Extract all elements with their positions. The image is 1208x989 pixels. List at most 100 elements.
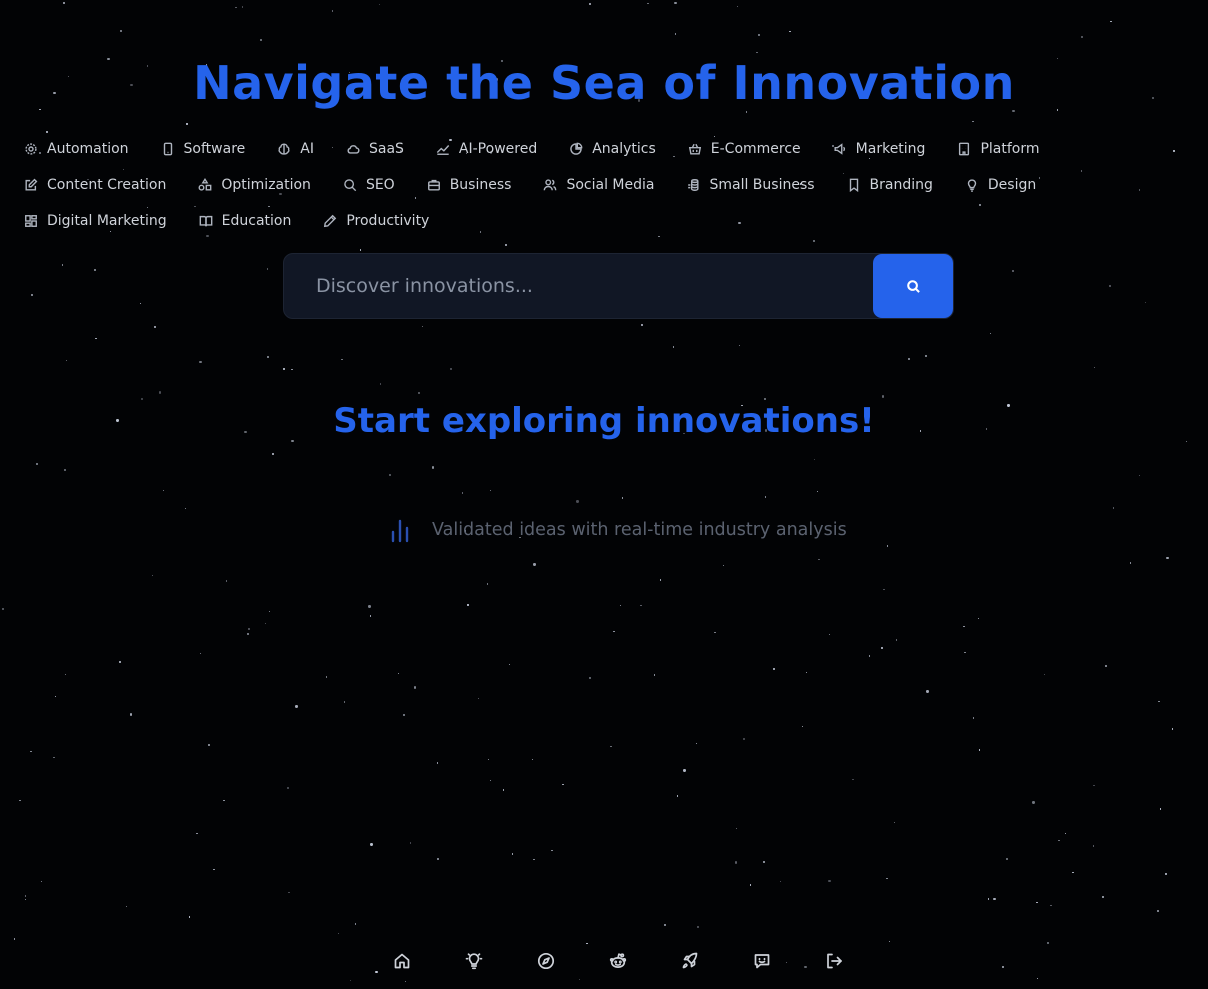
star bbox=[1050, 904, 1052, 906]
star bbox=[405, 980, 407, 983]
search-input[interactable] bbox=[284, 254, 873, 318]
star bbox=[977, 617, 979, 620]
star bbox=[119, 661, 121, 663]
category-design[interactable]: Design bbox=[957, 167, 1044, 203]
star bbox=[62, 1, 66, 4]
star bbox=[893, 821, 895, 824]
smartphone-icon bbox=[163, 142, 172, 156]
star bbox=[154, 326, 156, 328]
star bbox=[490, 489, 492, 491]
star bbox=[1138, 474, 1141, 477]
star bbox=[869, 655, 871, 657]
star bbox=[758, 34, 760, 36]
category-label: Small Business bbox=[709, 177, 815, 193]
star bbox=[188, 916, 191, 918]
category-e-commerce[interactable]: E-Commerce bbox=[680, 131, 809, 167]
category-marketing[interactable]: Marketing bbox=[825, 131, 934, 167]
users-icon bbox=[544, 179, 557, 191]
star bbox=[653, 674, 655, 676]
search-button[interactable] bbox=[873, 254, 953, 318]
nav-ideas[interactable] bbox=[456, 945, 492, 977]
category-business[interactable]: Business bbox=[419, 167, 520, 203]
star bbox=[462, 492, 464, 494]
coins-icon bbox=[688, 179, 699, 191]
category-label: Content Creation bbox=[47, 177, 167, 193]
search-bar bbox=[283, 253, 954, 319]
category-saas[interactable]: SaaS bbox=[338, 131, 412, 167]
star bbox=[61, 264, 64, 266]
star bbox=[436, 762, 439, 764]
star bbox=[640, 604, 642, 607]
category-seo[interactable]: SEO bbox=[335, 167, 403, 203]
star bbox=[1037, 977, 1039, 980]
star bbox=[505, 244, 507, 246]
category-list: Automation Software AI SaaS AI-Powered A… bbox=[16, 131, 1196, 239]
star bbox=[235, 6, 237, 9]
category-ai[interactable]: AI bbox=[269, 131, 322, 167]
star bbox=[963, 625, 965, 628]
category-digital-marketing[interactable]: Digital Marketing bbox=[16, 203, 175, 239]
nav-logout[interactable] bbox=[816, 945, 852, 977]
star bbox=[450, 368, 452, 370]
star bbox=[1043, 674, 1046, 676]
nav-launch[interactable] bbox=[672, 945, 708, 977]
star bbox=[722, 565, 725, 567]
nav-reddit[interactable] bbox=[600, 945, 636, 977]
category-analytics[interactable]: Analytics bbox=[561, 131, 664, 167]
star bbox=[533, 563, 536, 566]
star bbox=[763, 397, 766, 400]
star bbox=[816, 490, 818, 493]
category-platform[interactable]: Platform bbox=[949, 131, 1047, 167]
category-branding[interactable]: Branding bbox=[839, 167, 941, 203]
star bbox=[813, 458, 815, 461]
category-automation[interactable]: Automation bbox=[16, 131, 137, 167]
star bbox=[486, 583, 489, 585]
star bbox=[247, 633, 249, 635]
lightbulb-icon bbox=[465, 953, 483, 970]
category-optimization[interactable]: Optimization bbox=[190, 167, 319, 203]
star bbox=[66, 359, 68, 362]
star bbox=[139, 303, 141, 305]
category-education[interactable]: Education bbox=[191, 203, 300, 239]
star bbox=[888, 940, 891, 943]
star bbox=[199, 361, 202, 364]
search-icon bbox=[344, 179, 357, 192]
star bbox=[881, 395, 885, 398]
star bbox=[908, 357, 911, 361]
category-software[interactable]: Software bbox=[153, 131, 254, 167]
star bbox=[53, 756, 55, 759]
star bbox=[589, 2, 592, 6]
category-content-creation[interactable]: Content Creation bbox=[16, 167, 174, 203]
nav-feedback[interactable] bbox=[744, 945, 780, 977]
star bbox=[295, 705, 298, 708]
star bbox=[533, 858, 535, 861]
star bbox=[13, 938, 16, 940]
category-label: Branding bbox=[869, 177, 933, 193]
star bbox=[431, 466, 434, 469]
star bbox=[477, 697, 480, 699]
star bbox=[613, 630, 615, 633]
category-productivity[interactable]: Productivity bbox=[315, 203, 437, 239]
star bbox=[422, 325, 424, 328]
nav-explore[interactable] bbox=[528, 945, 564, 977]
star bbox=[1102, 896, 1104, 898]
category-social-media[interactable]: Social Media bbox=[535, 167, 662, 203]
star bbox=[207, 743, 211, 747]
star bbox=[120, 29, 123, 33]
star bbox=[487, 758, 490, 760]
category-small-business[interactable]: Small Business bbox=[678, 167, 822, 203]
star bbox=[578, 978, 581, 981]
star bbox=[343, 701, 345, 703]
nav-home[interactable] bbox=[384, 945, 420, 977]
star bbox=[883, 588, 885, 590]
star bbox=[24, 899, 27, 901]
trend-line-icon bbox=[436, 145, 450, 155]
category-ai-powered[interactable]: AI-Powered bbox=[428, 131, 545, 167]
star bbox=[697, 926, 699, 928]
star bbox=[511, 853, 513, 855]
star bbox=[1072, 871, 1074, 874]
star bbox=[818, 558, 820, 560]
star bbox=[379, 383, 382, 385]
star bbox=[283, 368, 285, 370]
star bbox=[1165, 873, 1167, 875]
